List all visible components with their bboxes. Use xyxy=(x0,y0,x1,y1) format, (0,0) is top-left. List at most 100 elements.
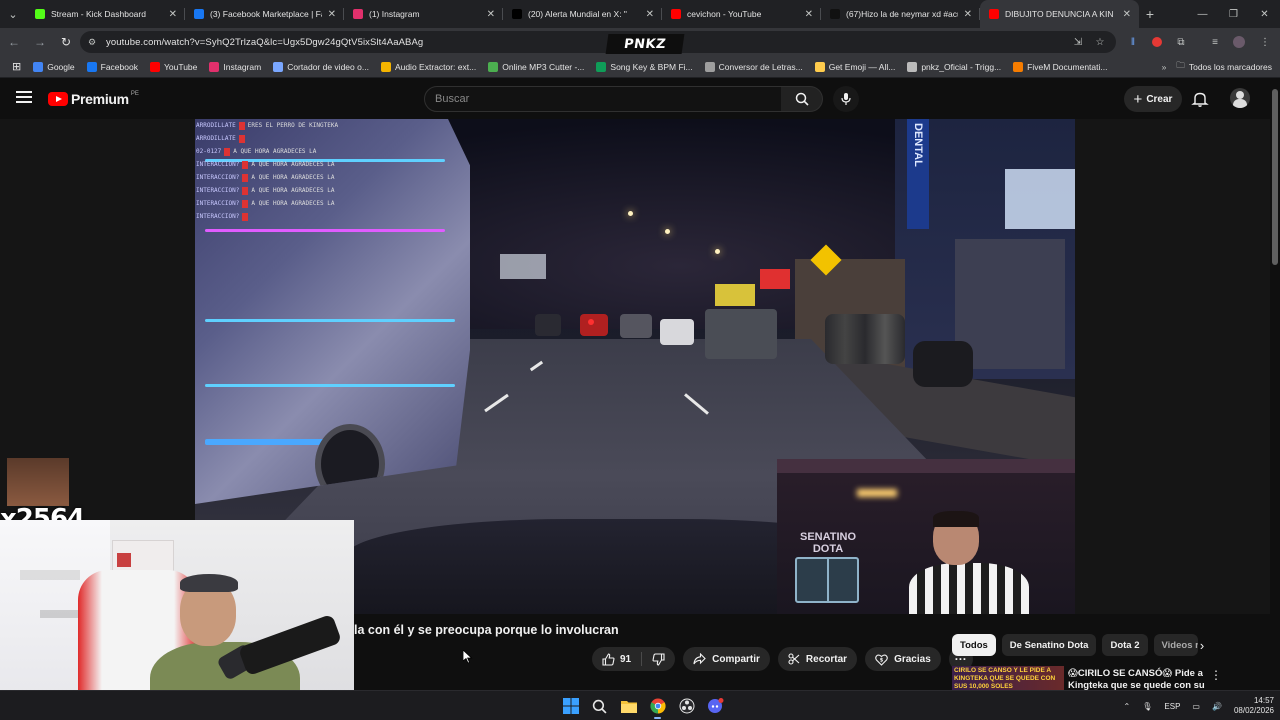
network-icon[interactable]: ▭ xyxy=(1192,702,1200,711)
site-info-icon[interactable]: ⚙ xyxy=(88,37,98,47)
browser-menu-icon[interactable]: ⋮ xyxy=(1256,33,1274,51)
filter-chip[interactable]: Videos r xyxy=(1153,634,1198,656)
back-icon[interactable]: ← xyxy=(2,30,26,54)
discord-icon[interactable] xyxy=(701,695,730,717)
file-explorer-icon[interactable] xyxy=(614,695,643,717)
chat-username: INTERACCION? xyxy=(196,174,240,181)
windows-taskbar: ⌃ 🎙 ESP ▭ 🔊 14:57 08/02/2026 xyxy=(0,690,1280,720)
browser-tab[interactable]: Stream - Kick Dashboard ✕ xyxy=(26,0,185,28)
browser-tab[interactable]: (1) Instagram ✕ xyxy=(344,0,503,28)
apps-grid-icon[interactable]: ⊞ xyxy=(6,58,27,76)
bookmark-item[interactable]: Get Emoji — All... xyxy=(809,58,902,76)
chevron-right-icon[interactable]: › xyxy=(1193,636,1211,654)
forward-icon[interactable]: → xyxy=(28,30,52,54)
youtube-premium-logo[interactable]: Premium PE xyxy=(48,91,139,107)
all-bookmarks[interactable]: » 🗀 Todos los marcadores xyxy=(1162,56,1272,78)
bookmark-item[interactable]: Google xyxy=(27,58,80,76)
browser-tab[interactable]: DIBUJITO DENUNCIA A KIN ✕ xyxy=(980,0,1139,28)
install-app-icon[interactable]: ⇲ xyxy=(1070,34,1086,50)
tab-search-icon[interactable]: ⌄ xyxy=(0,0,26,28)
x-icon xyxy=(512,9,522,19)
dental-sign: DENTAL xyxy=(907,119,929,229)
clip-button[interactable]: Recortar xyxy=(777,647,858,671)
clip-label: Recortar xyxy=(805,653,848,665)
profile-avatar-icon[interactable] xyxy=(1230,33,1248,51)
share-button[interactable]: Compartir xyxy=(683,647,770,671)
bookmark-item[interactable]: Online MP3 Cutter -... xyxy=(482,58,590,76)
search-input[interactable]: Buscar xyxy=(424,86,782,112)
address-bar[interactable]: ⚙ youtube.com/watch?v=SyhQ2TrlzaQ&lc=Ugx… xyxy=(80,31,1116,53)
extension-audio-icon[interactable]: ǁ xyxy=(1124,33,1142,51)
minimize-icon[interactable]: — xyxy=(1187,0,1218,28)
volume-icon[interactable]: 🔊 xyxy=(1212,702,1222,711)
close-tab-icon[interactable]: ✕ xyxy=(646,9,654,20)
bookmark-item[interactable]: YouTube xyxy=(144,58,203,76)
menu-hamburger-icon[interactable] xyxy=(16,91,32,105)
browser-tab[interactable]: (67)Hizo la de neymar xd #acu ✕ xyxy=(821,0,980,28)
taskbar-search-icon[interactable] xyxy=(585,695,614,717)
recommended-video[interactable]: CIRILO SE CANSO Y LE PIDE A KINGTEKA QUE… xyxy=(952,666,1270,690)
browser-tab[interactable]: cevichon - YouTube ✕ xyxy=(662,0,821,28)
bookmark-item[interactable]: Instagram xyxy=(203,58,267,76)
recommended-title[interactable]: 😱CIRILO SE CANSÓ😱 Pide a Kingteka que se… xyxy=(1068,668,1208,690)
kick-icon xyxy=(35,9,45,19)
reading-list-icon[interactable]: ≡ xyxy=(1206,33,1224,51)
filter-chip[interactable]: De Senatino Dota xyxy=(1001,634,1097,656)
restore-icon[interactable]: ❐ xyxy=(1218,0,1249,28)
filter-chip[interactable]: Todos xyxy=(952,634,996,656)
language-indicator[interactable]: ESP xyxy=(1164,702,1180,711)
more-bookmarks-icon[interactable]: » xyxy=(1162,62,1167,72)
close-window-icon[interactable]: ✕ xyxy=(1249,0,1280,28)
system-tray: ⌃ 🎙 ESP ▭ 🔊 14:57 08/02/2026 xyxy=(1118,691,1274,720)
bookmark-item[interactable]: Conversor de Letras... xyxy=(699,58,809,76)
scissors-icon xyxy=(273,61,284,72)
kebab-menu-icon[interactable]: ⋮ xyxy=(1210,668,1222,682)
clock[interactable]: 14:57 08/02/2026 xyxy=(1234,696,1274,716)
browser-tab[interactable]: (20) Alerta Mundial en X: " ✕ xyxy=(503,0,662,28)
reload-icon[interactable]: ↻ xyxy=(54,30,78,54)
create-button[interactable]: + Crear xyxy=(1124,86,1182,112)
bookmark-item[interactable]: Song Key & BPM Fi... xyxy=(590,58,698,76)
scrollbar-thumb[interactable] xyxy=(1272,89,1278,265)
close-tab-icon[interactable]: ✕ xyxy=(328,9,336,20)
search-button[interactable] xyxy=(781,86,823,112)
close-tab-icon[interactable]: ✕ xyxy=(169,9,177,20)
browser-tab[interactable]: (3) Facebook Marketplace | Fac ✕ xyxy=(185,0,344,28)
extension-red-icon[interactable] xyxy=(1148,33,1166,51)
filter-chip[interactable]: Dota 2 xyxy=(1102,634,1148,656)
page-scrollbar[interactable] xyxy=(1270,79,1280,689)
extensions-puzzle-icon[interactable]: ⧉ xyxy=(1172,33,1190,51)
book-logo-icon xyxy=(795,557,859,603)
google-icon xyxy=(33,61,44,72)
share-icon xyxy=(693,653,706,665)
windows-start-icon[interactable] xyxy=(556,695,585,717)
suv xyxy=(705,309,777,359)
chat-text: ERES EL PERRO DE KINGTEKA xyxy=(247,122,339,129)
thanks-button[interactable]: $ Gracias xyxy=(865,647,941,671)
url-text: youtube.com/watch?v=SyhQ2TrlzaQ&lc=Ugx5D… xyxy=(106,36,424,48)
account-avatar[interactable] xyxy=(1230,88,1250,108)
bookmark-item[interactable]: Cortador de video o... xyxy=(267,58,375,76)
mic-tray-icon[interactable]: 🎙 xyxy=(1142,702,1152,711)
bookmark-item[interactable]: FiveM Documentati... xyxy=(1007,58,1113,76)
close-tab-icon[interactable]: ✕ xyxy=(487,9,495,20)
new-tab-button[interactable]: + xyxy=(1139,0,1161,28)
recommended-thumbnail[interactable]: CIRILO SE CANSO Y LE PIDE A KINGTEKA QUE… xyxy=(952,666,1064,690)
music-icon xyxy=(596,61,607,72)
chevron-up-icon[interactable]: ⌃ xyxy=(1124,702,1131,711)
obs-icon[interactable] xyxy=(672,695,701,717)
close-tab-icon[interactable]: ✕ xyxy=(964,9,972,20)
related-filter-chips: Todos De Senatino Dota Dota 2 Videos r xyxy=(952,634,1204,656)
voice-search-button[interactable] xyxy=(833,86,859,112)
scissors-icon xyxy=(788,653,800,665)
chrome-icon[interactable] xyxy=(643,695,672,719)
bookmark-item[interactable]: pnkz_Oficial - Trigg... xyxy=(901,58,1007,76)
like-button[interactable]: 91 xyxy=(592,647,641,671)
close-tab-icon[interactable]: ✕ xyxy=(805,9,813,20)
bookmark-star-icon[interactable]: ☆ xyxy=(1092,34,1108,50)
bookmark-item[interactable]: Facebook xyxy=(81,58,144,76)
notifications-bell-icon[interactable] xyxy=(1191,90,1209,108)
bookmark-item[interactable]: Audio Extractor: ext... xyxy=(375,58,482,76)
close-tab-icon[interactable]: ✕ xyxy=(1123,9,1131,20)
dislike-button[interactable] xyxy=(642,647,675,671)
